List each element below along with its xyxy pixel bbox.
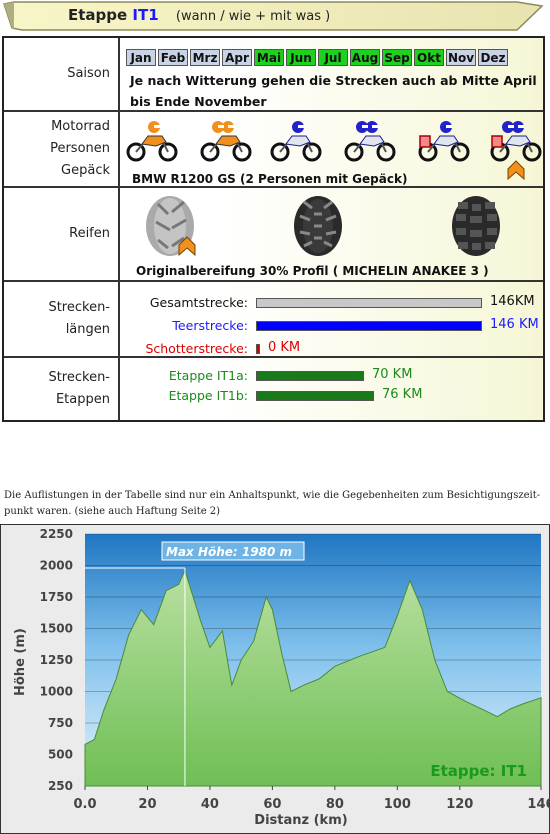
max-height-label: Max Höhe: 1980 m <box>166 545 292 559</box>
length-value: 146 KM <box>490 317 539 332</box>
y-tick-label: 1000 <box>40 685 73 699</box>
length-bar <box>256 321 482 331</box>
x-tick-label: 100 <box>384 797 411 812</box>
y-tick-label: 1250 <box>40 653 73 667</box>
y-tick-label: 1500 <box>40 622 73 636</box>
mixed-tire-icon <box>294 196 342 256</box>
month-sep: Sep <box>382 49 412 66</box>
length-label: Schotterstrecke: <box>145 341 248 356</box>
month-jan: Jan <box>126 49 156 66</box>
y-tick-label: 2250 <box>40 527 73 541</box>
banner-subtitle: (wann / wie + mit was ) <box>175 9 331 24</box>
stage-value: 76 KM <box>382 387 423 402</box>
month-nov: Nov <box>446 49 476 66</box>
motorcycle-1-person-icon <box>126 120 178 162</box>
touring-motorcycle-1-person-icon <box>270 120 322 162</box>
month-mai: Mai <box>254 49 284 66</box>
length-bar <box>256 344 260 354</box>
length-value: 0 KM <box>268 340 301 355</box>
length-row: Teerstrecke: 146 KM <box>124 317 544 334</box>
length-row: Gesamtstrecke: 146KM <box>124 294 544 311</box>
banner-stage-id: IT1 <box>132 6 159 24</box>
month-feb: Feb <box>158 49 188 66</box>
month-jul: Jul <box>318 49 348 66</box>
banner-title: Etappe IT1 (wann / wie + mit was ) <box>68 6 330 24</box>
y-tick-label: 1750 <box>40 590 73 604</box>
vehicle-label: Motorrad Personen Gepäck <box>4 112 120 186</box>
elevation-profile-chart: Max Höhe: 1980 m 250 500 750 1000 1250 1500 17… <box>0 524 550 834</box>
y-tick-label: 250 <box>48 779 73 793</box>
touring-motorcycle-luggage-icon <box>418 120 470 162</box>
stage-label: Etappe IT1a: <box>168 368 248 383</box>
y-tick-label: 2000 <box>40 559 73 573</box>
month-apr: Apr <box>222 49 252 66</box>
touring-motorcycle-2-persons-icon <box>344 120 396 162</box>
x-tick-label: 0.0 <box>73 797 96 812</box>
vehicle-row: Motorrad Personen Gepäck BMW R1200 GS (2 P… <box>4 112 543 188</box>
length-bar <box>256 298 482 308</box>
selected-marker-icon <box>507 160 525 181</box>
y-axis-label: Höhe (m) <box>13 628 28 696</box>
season-row: Saison Jan Feb Mrz Apr Mai Jun Jul Aug Sep Okt Nov… <box>4 38 543 112</box>
month-jun: Jun <box>286 49 316 66</box>
length-label: Gesamtstrecke: <box>149 295 248 310</box>
x-tick-label: 146 <box>527 797 550 812</box>
stage-banner: Etappe IT1 (wann / wie + mit was ) <box>2 0 547 32</box>
season-label: Saison <box>4 38 120 110</box>
y-tick-label: 750 <box>48 716 73 730</box>
month-aug: Aug <box>350 49 380 66</box>
vehicle-text: BMW R1200 GS (2 Personen mit Gepäck) <box>132 172 408 186</box>
banner-prefix: Etappe <box>68 6 128 24</box>
x-tick-label: 20 <box>138 797 156 812</box>
x-tick-label: 40 <box>201 797 219 812</box>
month-dez: Dez <box>478 49 508 66</box>
month-list: Jan Feb Mrz Apr Mai Jun Jul Aug Sep Okt Nov Dez <box>126 49 508 66</box>
stages-row: Strecken- Etappen Etappe IT1a: 70 KM Etappe… <box>4 358 543 420</box>
tire-text: Originalbereifung 30% Profil ( MICHELIN … <box>136 264 489 278</box>
month-mrz: Mrz <box>190 49 220 66</box>
max-height-callout: Max Höhe: 1980 m <box>161 541 305 561</box>
x-axis-label: Distanz (km) <box>254 813 347 828</box>
stage-info-table: Saison Jan Feb Mrz Apr Mai Jun Jul Aug Sep Okt Nov… <box>2 36 545 422</box>
stage-bar <box>256 371 364 381</box>
tire-label: Reifen <box>4 188 120 280</box>
stage-label: Etappe IT1b: <box>168 388 248 403</box>
month-okt: Okt <box>414 49 444 66</box>
touring-motorcycle-2-persons-luggage-icon <box>490 120 542 162</box>
offroad-tire-icon <box>452 196 500 256</box>
season-text: Je nach Witterung gehen die Strecken auc… <box>130 73 537 109</box>
disclaimer-text: Die Auflistungen in der Tabelle sind nur… <box>4 490 541 517</box>
stage-value: 70 KM <box>372 367 413 382</box>
lengths-row: Strecken-längen Gesamtstrecke: 146KM Teers… <box>4 282 543 358</box>
length-label: Teerstrecke: <box>172 318 248 333</box>
tire-row: Reifen Originalbereifung 30% Profil ( MI… <box>4 188 543 282</box>
x-tick-label: 120 <box>446 797 473 812</box>
x-tick-label: 60 <box>263 797 281 812</box>
length-value: 146KM <box>490 294 535 309</box>
motorcycle-2-persons-icon <box>200 120 252 162</box>
length-row: Schotterstrecke: 0 KM <box>124 340 544 357</box>
x-tick-label: 80 <box>326 797 344 812</box>
stage-row: Etappe IT1b: 76 KM <box>124 387 544 404</box>
selected-marker-icon <box>178 236 196 256</box>
y-tick-label: 500 <box>48 748 73 762</box>
series-label: Etappe: IT1 <box>430 762 527 780</box>
stage-row: Etappe IT1a: 70 KM <box>124 367 544 384</box>
stage-bar <box>256 391 374 401</box>
